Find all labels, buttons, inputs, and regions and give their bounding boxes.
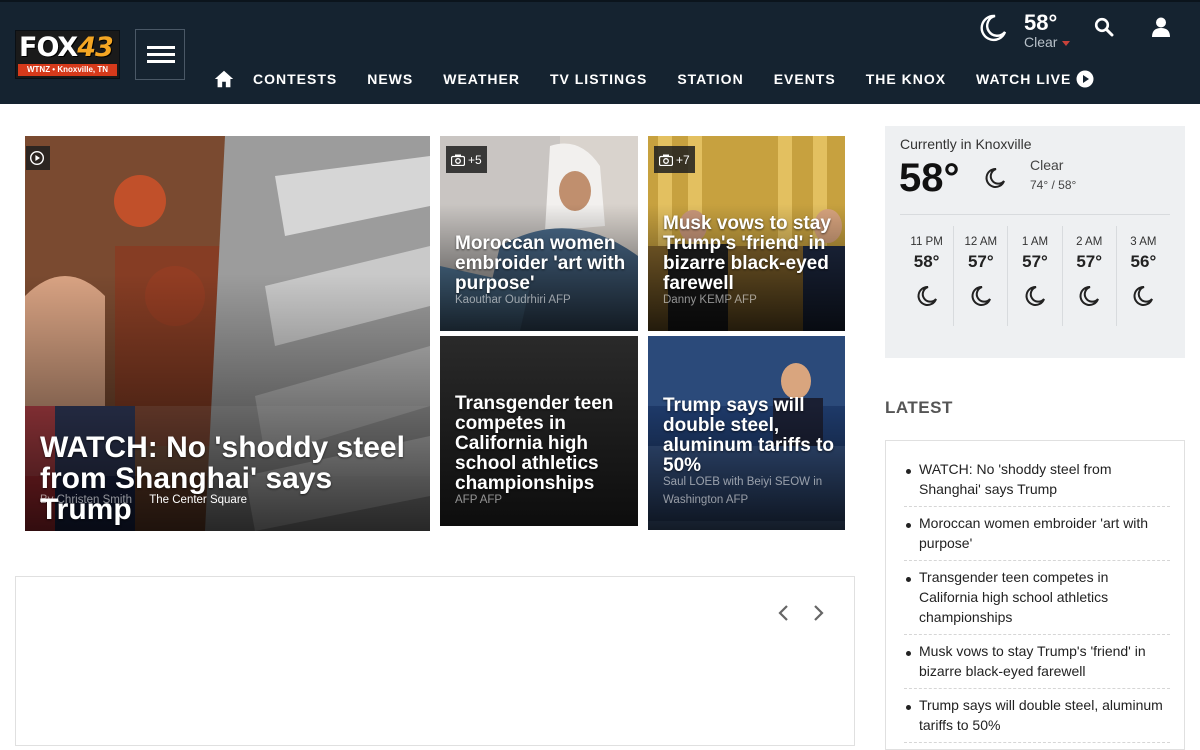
header-condition: Clear [1024,34,1058,50]
current-temp: 58° [899,156,960,200]
header-weather-widget[interactable]: 58° Clear [978,10,1078,52]
photo-count: +5 [468,152,482,167]
latest-item[interactable]: Musk vows to stay Trump's 'friend' in bi… [904,635,1170,689]
nav-contests[interactable]: CONTESTS [253,71,337,87]
latest-item[interactable]: Moroccan women embroider 'art with purpo… [904,507,1170,561]
user-icon[interactable] [1151,16,1171,38]
menu-button[interactable] [135,29,185,80]
story-card-tariffs[interactable]: Trump says will double steel, aluminum t… [648,336,845,530]
story-card-transgender[interactable]: Transgender teen competes in California … [440,336,638,526]
photo-count-badge: +5 [446,146,487,173]
photo-count-badge: +7 [654,146,695,173]
hour-temp: 57° [967,252,994,271]
search-icon[interactable] [1094,17,1114,37]
moon-icon [980,14,1007,42]
hour-item: 1 AM 57° [1008,226,1063,326]
hour-temp: 57° [1022,252,1048,271]
nav-watch-live[interactable]: WATCH LIVE [976,70,1094,88]
camera-icon [659,154,673,166]
nav-the-knox[interactable]: THE KNOX [866,71,946,87]
latest-item[interactable]: Transgender teen competes in California … [904,561,1170,635]
nav-tv-listings[interactable]: TV LISTINGS [550,71,647,87]
hour-item: 12 AM 57° [954,226,1009,326]
moon-icon [1079,285,1100,306]
latest-list: WATCH: No 'shoddy steel from Shanghai' s… [885,440,1185,750]
play-circle-icon [29,151,44,165]
hour-time: 12 AM [964,236,998,248]
moon-icon [917,285,937,306]
menu-bar [147,53,175,56]
hour-item: 2 AM 57° [1063,226,1117,326]
fox43-logo[interactable]: FOX43 WTNZ • Knoxville, TN [15,30,120,79]
latest-item[interactable]: Trump says will double steel, aluminum t… [904,689,1170,743]
nav-station[interactable]: STATION [677,71,743,87]
story-byline: AFP AFP [455,494,503,506]
hour-item: 11 PM 58° [900,226,955,326]
high-low: 74° / 58° [1030,178,1077,192]
story-headline[interactable]: Transgender teen competes in California … [455,394,630,494]
moon-icon [1133,285,1154,306]
hero-source[interactable]: The Center Square [149,494,247,506]
logo-wordmark: FOX43 [19,32,114,63]
divider [900,214,1170,215]
menu-bar [147,46,175,49]
moon-icon [985,167,1005,188]
menu-bar [147,60,175,63]
hour-time: 1 AM [1021,236,1049,248]
nav-weather[interactable]: WEATHER [443,71,520,87]
chevron-left-icon[interactable] [776,603,792,623]
story-byline: Washington AFP [663,494,749,506]
hourly-forecast: 11 PM 58° 12 AM 57° 1 AM 57° 2 AM 57° 3 … [900,226,1170,326]
hero-story[interactable]: WATCH: No 'shoddy steel from Shanghai' s… [25,136,430,531]
hour-temp: 57° [1076,252,1103,271]
camera-icon [451,154,465,166]
site-header: FOX43 WTNZ • Knoxville, TN CONTESTS NEWS… [0,0,1200,104]
nav-events[interactable]: EVENTS [774,71,836,87]
hero-author: By Christen Smith [40,494,133,506]
hour-temp: 56° [1130,252,1157,271]
nav-news[interactable]: NEWS [367,71,413,87]
photo-count: +7 [676,152,690,167]
moon-icon [1025,285,1045,306]
story-card-moroccan[interactable]: +5 Moroccan women embroider 'art with pu… [440,136,638,331]
story-headline[interactable]: Trump says will double steel, aluminum t… [663,396,837,476]
story-headline[interactable]: Moroccan women embroider 'art with purpo… [455,234,630,294]
story-byline: Kaouthar Oudrhiri AFP [455,294,571,306]
current-condition: Clear [1030,157,1064,173]
weather-widget[interactable]: Currently in Knoxville 58° Clear 74° / 5… [885,126,1185,358]
latest-heading: LATEST [885,398,953,417]
story-card-musk[interactable]: +7 Musk vows to stay Trump's 'friend' in… [648,136,845,331]
header-temp: 58° [1024,10,1058,35]
hour-item: 3 AM 56° [1117,226,1170,326]
hour-temp: 58° [913,252,940,271]
video-carousel [15,576,855,746]
caret-down-icon[interactable] [1062,41,1070,46]
play-icon [1076,70,1094,88]
video-badge [26,146,50,170]
hero-headline[interactable]: WATCH: No 'shoddy steel from Shanghai' s… [40,432,422,525]
home-icon[interactable] [213,68,235,90]
hour-time: 2 AM [1076,236,1103,248]
main-nav: CONTESTS NEWS WEATHER TV LISTINGS STATIO… [213,67,1094,91]
story-byline: Saul LOEB with Beiyi SEOW in [663,476,823,488]
weather-location: Currently in Knoxville [900,136,1032,152]
hero-byline: By Christen Smith The Center Square [40,494,247,506]
logo-strip: WTNZ • Knoxville, TN [18,64,117,76]
hour-time: 3 AM [1130,236,1157,248]
latest-item[interactable]: WATCH: No 'shoddy steel from Shanghai' s… [904,453,1170,507]
hour-time: 11 PM [910,236,943,248]
story-headline[interactable]: Musk vows to stay Trump's 'friend' in bi… [663,214,837,294]
chevron-right-icon[interactable] [810,603,826,623]
story-byline: Danny KEMP AFP [663,294,757,306]
moon-icon [971,285,991,306]
watch-live-label: WATCH LIVE [976,71,1072,87]
